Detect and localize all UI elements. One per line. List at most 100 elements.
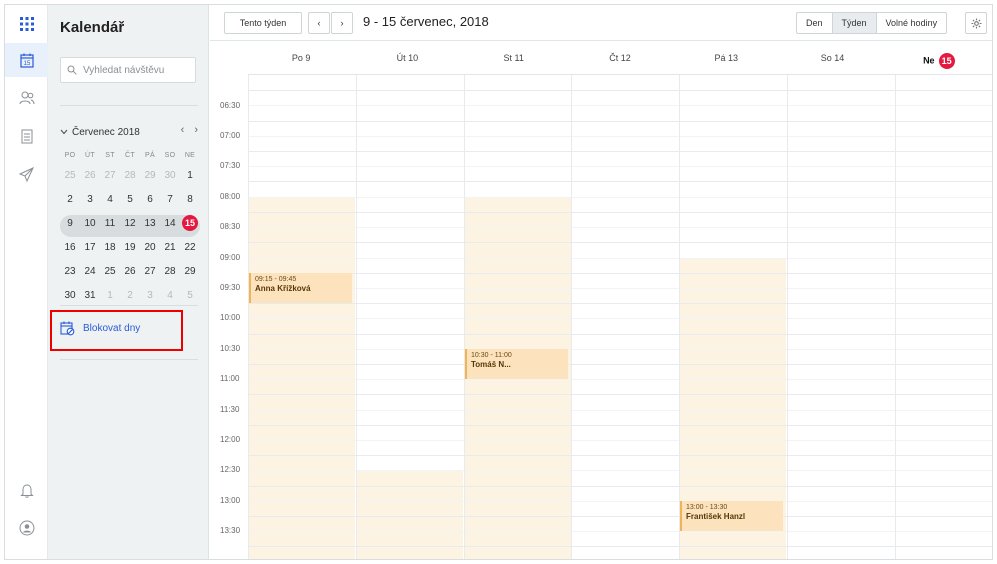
next-month-button[interactable]: › xyxy=(194,124,198,136)
users-icon[interactable] xyxy=(5,81,48,115)
time-label: 11:30 xyxy=(220,405,240,414)
profile-icon[interactable] xyxy=(5,511,48,545)
day-cell[interactable]: 17 xyxy=(80,242,100,253)
prev-week-button[interactable]: ‹ xyxy=(308,12,330,34)
day-cell[interactable]: 10 xyxy=(80,218,100,229)
weekday-label: PÁ xyxy=(145,151,155,159)
search-box[interactable] xyxy=(60,57,196,83)
day-cell[interactable]: 3 xyxy=(140,290,160,301)
day-cell[interactable]: 7 xyxy=(160,194,180,205)
day-header-mon[interactable]: Po 9 xyxy=(248,41,354,74)
grid-line xyxy=(248,90,992,91)
app-window: 15 Kalendář Červenec 2018 ‹ xyxy=(4,4,993,560)
day-cell[interactable]: 29 xyxy=(180,266,200,277)
day-cell[interactable]: 13 xyxy=(140,218,160,229)
time-label: 09:00 xyxy=(220,253,241,262)
day-cell[interactable]: 25 xyxy=(60,170,80,181)
day-cell[interactable]: 26 xyxy=(80,170,100,181)
grid-line xyxy=(248,379,992,380)
day-cell[interactable]: 6 xyxy=(140,194,160,205)
day-cell[interactable]: 31 xyxy=(80,290,100,301)
grid-line xyxy=(248,273,992,274)
day-cell[interactable]: 14 xyxy=(160,218,180,229)
column-line xyxy=(895,75,896,559)
day-cell[interactable]: 27 xyxy=(100,170,120,181)
day-headers: Po 9 Út 10 St 11 Čt 12 Pá 13 So 14 Ne 15 xyxy=(248,41,992,75)
day-cell[interactable]: 4 xyxy=(100,194,120,205)
settings-button[interactable] xyxy=(965,12,987,34)
event-card[interactable]: 13:00 - 13:30 František Hanzl xyxy=(680,501,783,531)
day-cell[interactable]: 4 xyxy=(160,290,180,301)
bell-icon[interactable] xyxy=(5,473,48,507)
day-cell[interactable]: 5 xyxy=(120,194,140,205)
day-cell[interactable]: 27 xyxy=(140,266,160,277)
day-cell[interactable]: 9 xyxy=(60,218,80,229)
day-cell[interactable]: 29 xyxy=(140,170,160,181)
available-slot-mon[interactable] xyxy=(248,197,355,559)
day-cell[interactable]: 21 xyxy=(160,242,180,253)
search-input[interactable] xyxy=(83,64,193,76)
day-cell[interactable]: 12 xyxy=(120,218,140,229)
app-logo-icon[interactable] xyxy=(5,7,48,41)
grid-line xyxy=(248,516,992,517)
this-week-button[interactable]: Tento týden xyxy=(224,12,302,34)
document-icon[interactable] xyxy=(5,119,48,153)
grid-line xyxy=(248,121,992,122)
chevron-down-icon[interactable] xyxy=(60,129,68,135)
month-title[interactable]: Červenec 2018 xyxy=(72,127,140,138)
grid-line xyxy=(248,440,992,441)
day-header-tue[interactable]: Út 10 xyxy=(354,41,460,74)
day-cell[interactable]: 20 xyxy=(140,242,160,253)
day-cell[interactable]: 11 xyxy=(100,218,120,229)
day-cell[interactable]: 8 xyxy=(180,194,200,205)
today-cell[interactable]: 15 xyxy=(180,215,200,231)
event-time: 10:30 - 11:00 xyxy=(471,352,512,359)
time-label: 11:00 xyxy=(220,374,240,383)
event-card[interactable]: 10:30 - 11:00 Tomáš N... xyxy=(465,349,568,379)
event-name: František Hanzl xyxy=(686,512,746,521)
day-cell[interactable]: 3 xyxy=(80,194,100,205)
day-cell[interactable]: 1 xyxy=(180,170,200,181)
day-cell[interactable]: 26 xyxy=(120,266,140,277)
day-cell[interactable]: 28 xyxy=(120,170,140,181)
day-cell[interactable]: 5 xyxy=(180,290,200,301)
view-free-hours-button[interactable]: Volné hodiny xyxy=(877,13,947,33)
day-cell[interactable]: 22 xyxy=(180,242,200,253)
view-day-button[interactable]: Den xyxy=(797,13,833,33)
grid-line xyxy=(248,181,992,182)
day-cell[interactable]: 2 xyxy=(60,194,80,205)
day-cell[interactable]: 30 xyxy=(60,290,80,301)
day-cell[interactable]: 23 xyxy=(60,266,80,277)
day-cell[interactable]: 2 xyxy=(120,290,140,301)
weekday-label: ÚT xyxy=(85,151,95,159)
send-icon[interactable] xyxy=(5,157,48,191)
day-header-fri[interactable]: Pá 13 xyxy=(673,41,779,74)
day-cell[interactable]: 25 xyxy=(100,266,120,277)
divider xyxy=(60,359,198,360)
search-icon xyxy=(67,65,77,75)
grid-line xyxy=(248,470,992,471)
day-cell[interactable]: 30 xyxy=(160,170,180,181)
time-label: 07:30 xyxy=(220,161,241,170)
weekday-label: ČT xyxy=(125,151,135,159)
grid-line xyxy=(248,349,992,350)
calendar-icon[interactable]: 15 xyxy=(5,43,48,77)
day-header-wed[interactable]: St 11 xyxy=(461,41,567,74)
day-cell[interactable]: 1 xyxy=(100,290,120,301)
day-cell[interactable]: 28 xyxy=(160,266,180,277)
calendar-sidebar: Kalendář Červenec 2018 ‹ › PO ÚT ST ČT P… xyxy=(48,5,209,559)
mini-calendar: PO ÚT ST ČT PÁ SO NE 25 26 27 28 29 30 1… xyxy=(60,147,200,307)
chevron-right-icon: › xyxy=(340,18,344,28)
day-cell[interactable]: 18 xyxy=(100,242,120,253)
day-cell[interactable]: 19 xyxy=(120,242,140,253)
column-line xyxy=(356,75,357,559)
event-card[interactable]: 09:15 - 09:45 Anna Křížková xyxy=(249,273,352,303)
day-cell[interactable]: 24 xyxy=(80,266,100,277)
prev-month-button[interactable]: ‹ xyxy=(181,124,185,136)
view-week-button[interactable]: Týden xyxy=(832,13,877,33)
day-cell[interactable]: 16 xyxy=(60,242,80,253)
day-header-sun[interactable]: Ne 15 xyxy=(886,41,992,74)
day-header-sat[interactable]: So 14 xyxy=(779,41,885,74)
day-header-thu[interactable]: Čt 12 xyxy=(567,41,673,74)
next-week-button[interactable]: › xyxy=(331,12,353,34)
